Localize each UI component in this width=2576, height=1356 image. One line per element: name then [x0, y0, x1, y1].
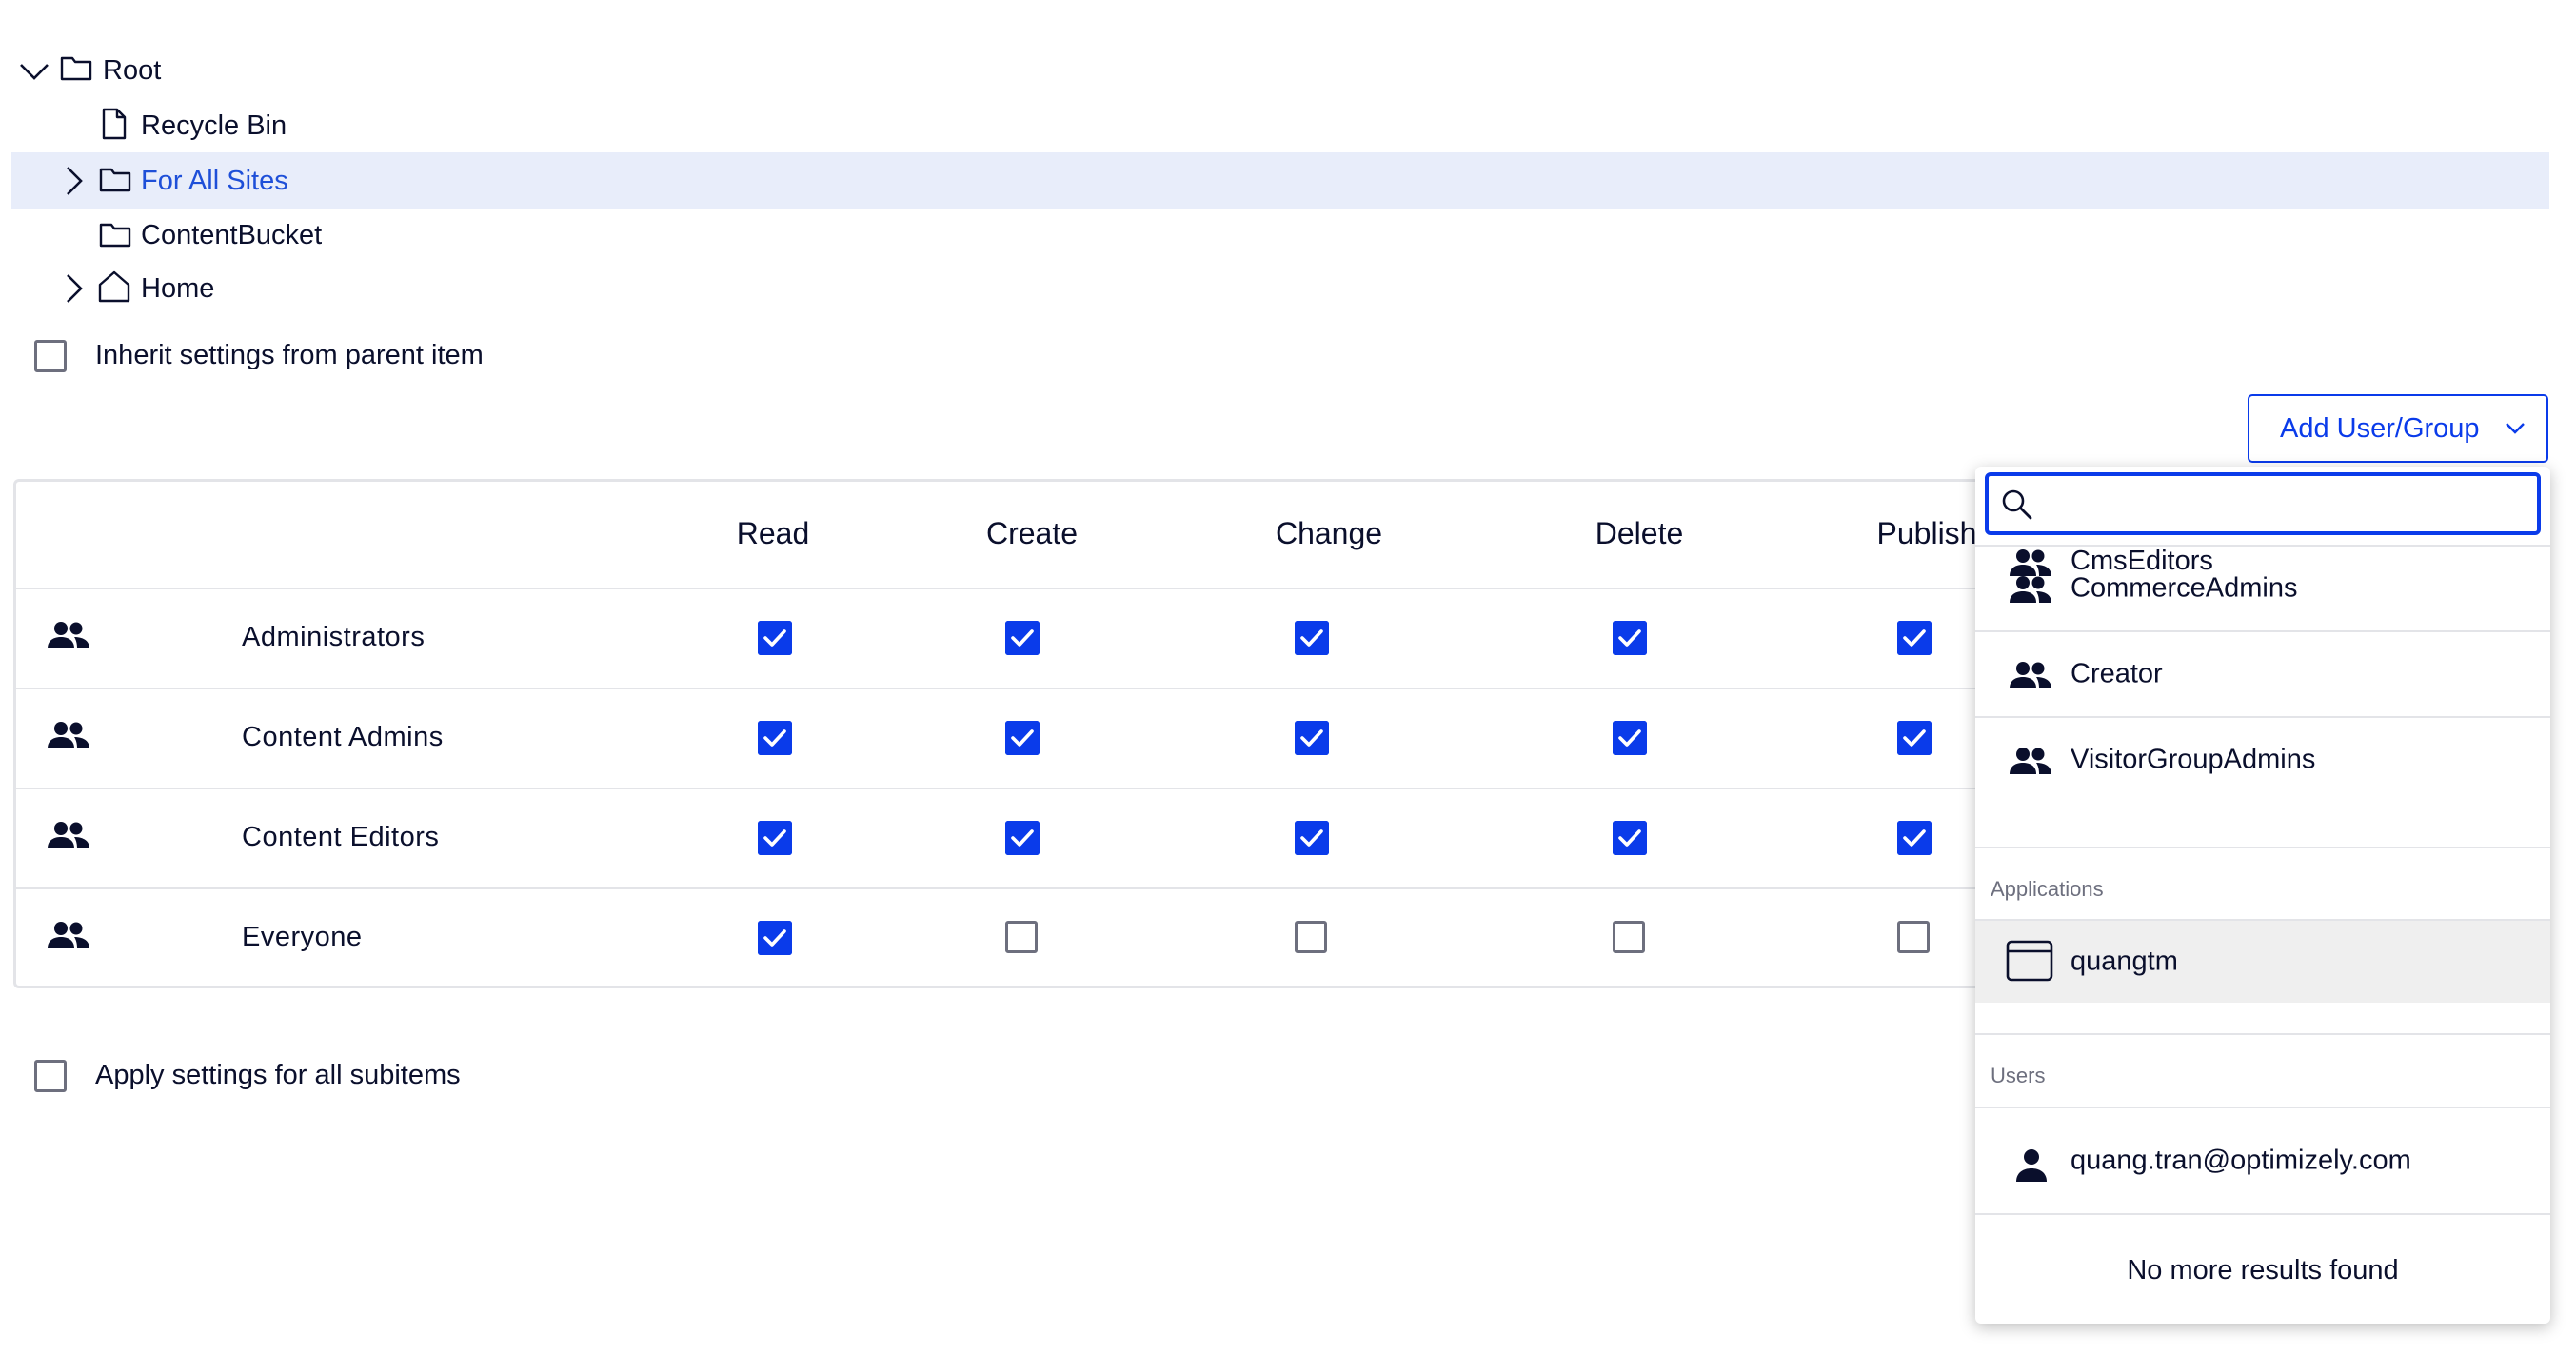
permission-checkbox-create[interactable]	[1005, 821, 1040, 855]
permission-checkbox-publish[interactable]	[1897, 821, 1932, 855]
group-icon	[46, 821, 91, 849]
column-header-change: Change	[1275, 516, 1383, 550]
permission-checkbox-publish[interactable]	[1897, 921, 1930, 953]
dropdown-item-label: VisitorGroupAdmins	[2071, 744, 2316, 775]
dropdown-item-group[interactable]: VisitorGroupAdmins	[1975, 716, 2550, 802]
add-user-group-label: Add User/Group	[2280, 412, 2480, 444]
dropdown-item-label: quangtm	[2071, 946, 2178, 977]
tree-item-label: ContentBucket	[141, 220, 323, 250]
chevron-down-icon	[2505, 422, 2526, 435]
permission-checkbox-change[interactable]	[1295, 921, 1327, 953]
group-icon	[46, 721, 91, 749]
table-divider	[16, 688, 1987, 689]
chevron-down-icon[interactable]	[19, 62, 50, 81]
tree-item-label: Recycle Bin	[141, 110, 287, 141]
applications-header-label: Applications	[1991, 877, 2104, 901]
column-header-publish: Publish	[1876, 516, 1977, 550]
user-icon	[2015, 1148, 2048, 1183]
row-principal-name: Content Admins	[242, 722, 444, 752]
chevron-right-icon[interactable]	[65, 166, 84, 196]
dropdown-search-input[interactable]	[1985, 472, 2541, 535]
folder-icon	[99, 221, 131, 248]
apply-subitems-label: Apply settings for all subitems	[95, 1060, 461, 1090]
group-icon	[2008, 661, 2053, 689]
dropdown-item-application[interactable]: quangtm	[1975, 919, 2550, 1003]
permission-checkbox-delete[interactable]	[1613, 821, 1647, 855]
tree-item-for-all-sites[interactable]: For All Sites	[11, 152, 2549, 209]
applications-section-header: Applications	[1975, 847, 2550, 909]
permission-checkbox-publish[interactable]	[1897, 621, 1932, 655]
permission-checkbox-create[interactable]	[1005, 721, 1040, 755]
tree-item-label: For All Sites	[141, 166, 288, 196]
permission-checkbox-create[interactable]	[1005, 921, 1038, 953]
file-icon	[101, 108, 128, 140]
table-divider	[16, 887, 1987, 889]
user-group-dropdown: CmsEditors CommerceAdmins Creator VisitorG…	[1975, 467, 2550, 1324]
permission-checkbox-publish[interactable]	[1897, 721, 1932, 755]
folder-icon	[60, 54, 92, 81]
apply-subitems-checkbox[interactable]	[34, 1060, 67, 1092]
permission-checkbox-delete[interactable]	[1613, 721, 1647, 755]
column-header-create: Create	[985, 516, 1079, 550]
permission-checkbox-create[interactable]	[1005, 621, 1040, 655]
row-principal-name: Administrators	[242, 622, 426, 652]
inherit-settings-checkbox[interactable]	[34, 340, 67, 372]
users-header-label: Users	[1991, 1064, 2046, 1087]
permission-checkbox-read[interactable]	[758, 921, 792, 955]
column-header-delete: Delete	[1595, 516, 1684, 550]
tree-item-label: Root	[103, 55, 162, 86]
table-divider	[16, 788, 1987, 789]
permission-checkbox-read[interactable]	[758, 821, 792, 855]
chevron-right-icon[interactable]	[65, 273, 84, 304]
table-divider	[16, 588, 1987, 589]
folder-icon	[99, 166, 131, 192]
tree-item-label: Home	[141, 273, 215, 304]
group-icon	[46, 921, 91, 949]
group-icon	[46, 621, 91, 649]
search-icon	[2000, 488, 2034, 522]
column-header-read: Read	[736, 516, 810, 550]
application-window-icon	[2006, 940, 2053, 982]
inherit-settings-label: Inherit settings from parent item	[95, 340, 484, 370]
no-more-results-message: No more results found	[2127, 1255, 2399, 1286]
home-icon	[97, 270, 131, 303]
dropdown-item-label: quang.tran@optimizely.com	[2071, 1145, 2411, 1176]
add-user-group-button[interactable]: Add User/Group	[2248, 394, 2548, 463]
permission-checkbox-delete[interactable]	[1613, 921, 1645, 953]
group-icon	[2008, 575, 2053, 604]
dropdown-item-group[interactable]: Creator	[1975, 630, 2550, 716]
row-principal-name: Content Editors	[242, 822, 440, 852]
group-icon	[2008, 747, 2053, 775]
users-section-header: Users	[1975, 1033, 2550, 1100]
dropdown-item-user[interactable]: quang.tran@optimizely.com	[1975, 1107, 2550, 1215]
row-principal-name: Everyone	[242, 922, 363, 952]
permission-checkbox-delete[interactable]	[1613, 621, 1647, 655]
dropdown-item-group[interactable]: CommerceAdmins	[1975, 545, 2550, 630]
permission-checkbox-change[interactable]	[1295, 821, 1329, 855]
permission-checkbox-read[interactable]	[758, 721, 792, 755]
dropdown-item-label: CommerceAdmins	[2071, 572, 2298, 604]
permission-checkbox-change[interactable]	[1295, 621, 1329, 655]
dropdown-item-label: Creator	[2071, 658, 2163, 689]
permission-checkbox-read[interactable]	[758, 621, 792, 655]
permission-checkbox-change[interactable]	[1295, 721, 1329, 755]
